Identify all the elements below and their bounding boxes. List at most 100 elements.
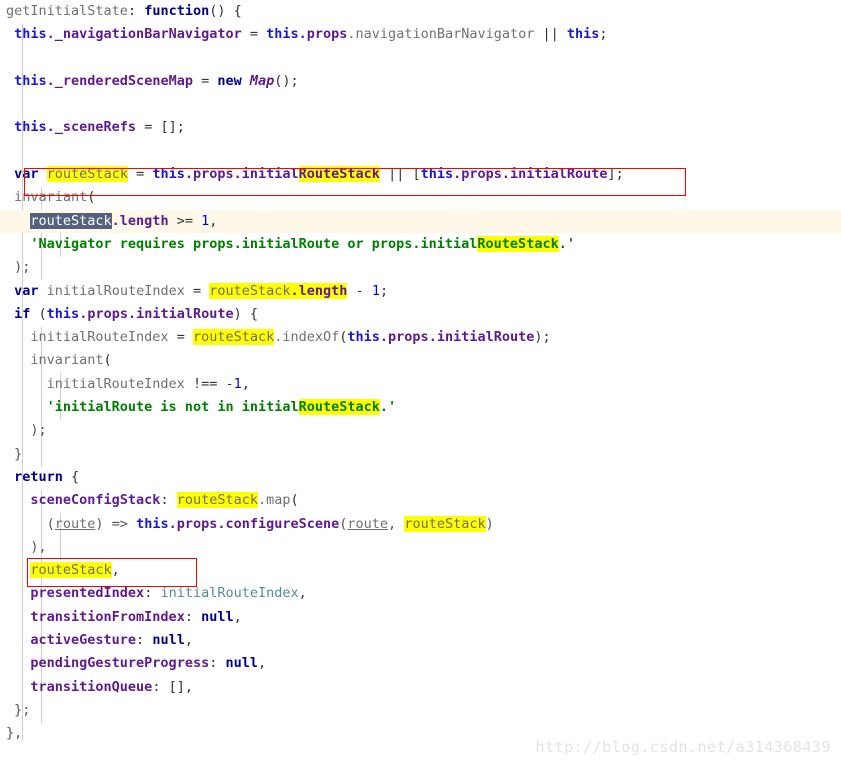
code-line[interactable]: var initialRouteIndex = routeStack.lengt… <box>0 280 841 303</box>
search-match: RouteStack <box>298 166 380 183</box>
token-punct: - <box>347 282 372 299</box>
token-this: this <box>46 305 80 322</box>
token-number: 1 <box>233 375 242 392</box>
token-punct: ( <box>46 515 55 532</box>
token-punct: (); <box>274 72 299 89</box>
token-this: this <box>347 329 380 346</box>
token-punct: ( <box>87 189 96 206</box>
token-punct: : <box>160 492 177 509</box>
token-punct: ( <box>30 305 47 322</box>
token-string: 'Navigator requires props.initialRoute o… <box>30 235 478 252</box>
code-line[interactable]: getInitialState: function() { <box>0 0 841 23</box>
code-line[interactable]: transitionQueue: [], <box>0 676 841 699</box>
token-punct: , <box>209 212 218 229</box>
token-member: .props.configureScene <box>168 515 340 532</box>
token-punct: ; <box>599 26 608 43</box>
code-line[interactable]: routeStack, <box>0 559 841 582</box>
token-this: this <box>14 72 47 89</box>
code-line[interactable]: activeGesture: null, <box>0 629 841 652</box>
code-line[interactable]: var routeStack = this.props.initialRoute… <box>0 163 841 186</box>
token-keyword: var <box>14 166 39 183</box>
code-line-current[interactable]: routeStack.length >= 1, <box>0 209 841 233</box>
search-match: routeStack <box>46 166 128 183</box>
token-this: this <box>420 166 454 183</box>
code-line[interactable]: presentedIndex: initialRouteIndex, <box>0 582 841 605</box>
code-line[interactable]: this._sceneRefs = []; <box>0 116 841 139</box>
code-line[interactable]: initialRouteIndex = routeStack.indexOf(t… <box>0 326 841 349</box>
code-line[interactable]: (route) => this.props.configureScene(rou… <box>0 513 841 536</box>
code-line[interactable]: return { <box>0 466 841 489</box>
token-punct: = <box>127 166 153 183</box>
token-punct <box>39 166 47 182</box>
search-match: routeStack <box>192 329 275 346</box>
code-editor[interactable]: getInitialState: function() { this._navi… <box>0 0 841 764</box>
code-line[interactable]: invariant( <box>0 349 841 372</box>
code-line[interactable]: 'Navigator requires props.initialRoute o… <box>0 233 841 256</box>
token-punct: = <box>168 329 193 346</box>
search-match: .length <box>290 282 348 299</box>
token-identifier: invariant <box>30 352 104 369</box>
token-this: this <box>14 26 47 43</box>
token-punct: !== - <box>184 375 234 392</box>
token-punct: }; <box>14 701 31 718</box>
token-punct: || [ <box>379 166 421 183</box>
token-member: pendingGestureProgress <box>30 655 210 672</box>
token-member: .length <box>111 212 169 229</box>
token-identifier: invariant <box>14 189 88 206</box>
code-line[interactable]: ), <box>0 536 841 559</box>
token-number: 1 <box>371 282 380 299</box>
token-member: ._navigationBarNavigator <box>46 26 242 43</box>
token-punct: ) <box>485 515 494 532</box>
token-member: ._sceneRefs <box>46 119 137 136</box>
token-identifier: initialRouteIndex <box>160 585 299 602</box>
token-punct: ); <box>14 259 31 276</box>
code-line[interactable]: invariant( <box>0 186 841 209</box>
token-punct: () { <box>209 3 242 19</box>
token-identifier: .indexOf <box>274 329 340 346</box>
token-punct <box>39 283 47 299</box>
code-line[interactable]: pendingGestureProgress: null, <box>0 652 841 675</box>
selected-text: routeStack <box>30 212 112 229</box>
token-punct: : [], <box>152 678 193 695</box>
code-line[interactable]: this._renderedSceneMap = new Map(); <box>0 70 841 93</box>
token-punct: ]; <box>607 166 624 183</box>
token-member: .props.initial <box>184 166 299 183</box>
token-punct: , <box>298 585 307 602</box>
code-line[interactable]: initialRouteIndex !== -1, <box>0 373 841 396</box>
code-line[interactable]: 'initialRoute is not in initialRouteStac… <box>0 396 841 419</box>
code-line-blank[interactable] <box>0 140 841 163</box>
code-line[interactable]: sceneConfigStack: routeStack.map( <box>0 489 841 512</box>
code-line[interactable]: } <box>0 443 841 466</box>
token-punct: ), <box>30 538 47 555</box>
code-line[interactable]: if (this.props.initialRoute) { <box>0 303 841 326</box>
code-line[interactable]: this._navigationBarNavigator = this.prop… <box>0 23 841 46</box>
code-line[interactable]: ); <box>0 256 841 279</box>
token-this: this <box>152 166 185 183</box>
token-punct: , <box>111 562 120 579</box>
search-match: routeStack <box>209 282 291 299</box>
code-line-blank[interactable] <box>0 93 841 116</box>
code-line-blank[interactable] <box>0 47 841 70</box>
token-identifier: initialRouteIndex <box>46 282 185 299</box>
search-match: RouteStack <box>298 399 380 416</box>
token-punct: : <box>127 3 145 19</box>
code-line[interactable]: ); <box>0 419 841 442</box>
code-line[interactable]: transitionFromIndex: null, <box>0 606 841 629</box>
token-identifier: initialRouteIndex <box>46 375 185 392</box>
code-line[interactable]: }; <box>0 699 841 722</box>
token-identifier: getInitialState <box>6 3 128 19</box>
